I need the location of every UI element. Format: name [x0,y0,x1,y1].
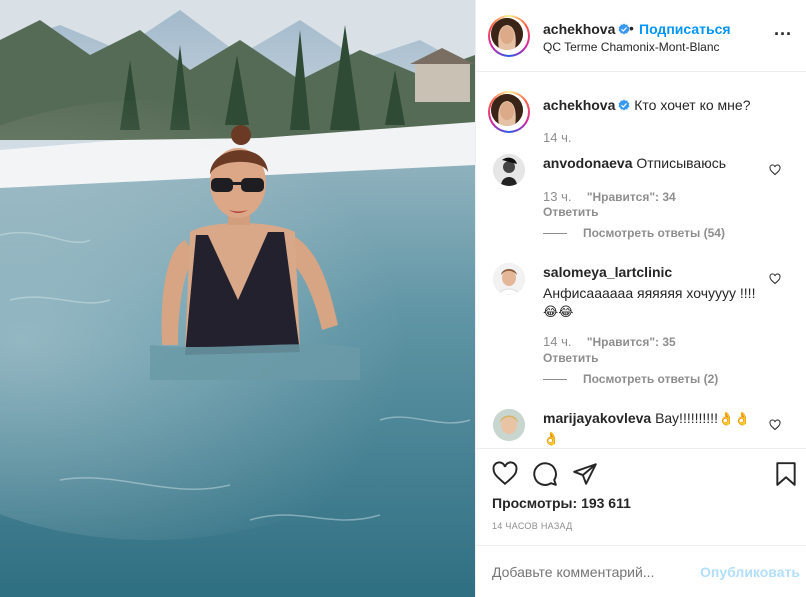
comment-like-icon[interactable] [769,419,781,431]
comment-body: salomeya_lartclinic Анфисаааааа яяяяяя х… [543,263,758,322]
comment-like-icon[interactable] [769,164,781,176]
comment-time: 13 ч. [543,189,572,204]
more-horizontal-icon[interactable]: ··· [774,25,792,43]
comment-like-icon[interactable] [769,273,781,285]
comment-bubble-icon[interactable] [532,461,558,487]
comment-avatar[interactable] [493,409,525,441]
comment-input[interactable] [492,564,672,580]
reply-button[interactable]: Ответить [543,205,598,219]
comment-username[interactable]: salomeya_lartclinic [543,264,672,280]
comment-text: Анфисаааааа яяяяяя хочуууу !!!! [543,285,756,301]
comment-text: Вау!!!!!!!!!! [655,410,718,426]
reply-button[interactable]: Ответить [543,351,598,365]
author-avatar[interactable] [488,15,530,57]
comment-likes[interactable]: "Нравится": 34 [587,190,676,204]
add-comment-bar: Опубликовать [476,545,806,597]
comment-time: 14 ч. [543,334,572,349]
comment-avatar[interactable] [493,154,525,186]
comment-body: marijayakovleva Вау!!!!!!!!!!👌👌👌 🙏🙏🤗 [543,409,763,448]
views-number: 193 611 [581,495,631,511]
comment-username[interactable]: marijayakovleva [543,410,651,426]
share-send-icon[interactable] [572,461,598,487]
comment-body: anvodonaeva Отписываюсь [543,154,726,172]
follow-button[interactable]: Подписаться [639,21,731,37]
comment-username[interactable]: anvodonaeva [543,155,632,171]
comments-list[interactable]: achekhova Кто хочет ко мне? 14 ч. anvodo… [476,72,806,448]
video-frame [0,0,475,597]
caption-username[interactable]: achekhova [543,97,630,113]
post-side-panel: achekhova • Подписаться QC Terme Chamoni… [475,0,806,597]
post-header: achekhova • Подписаться QC Terme Chamoni… [476,0,806,72]
separator-dot: • [629,20,634,36]
post-caption: achekhova Кто хочет ко мне? [543,96,750,114]
like-heart-icon[interactable] [492,461,518,487]
post-location[interactable]: QC Terme Chamonix-Mont-Blanc [543,40,720,54]
caption-author-avatar[interactable] [488,91,530,133]
bookmark-icon[interactable] [773,461,799,487]
views-label: Просмотры: [492,495,578,511]
verified-badge-icon [618,99,630,111]
caption-text: Кто хочет ко мне? [634,97,751,113]
comment-emoji: 😂😂 [543,305,574,320]
view-replies-button[interactable]: Посмотреть ответы (2) [543,372,718,386]
author-username[interactable]: achekhova [543,21,630,37]
comment-meta: 13 ч. "Нравится": 34 [543,189,676,204]
views-count[interactable]: Просмотры: 193 611 [492,495,631,511]
view-replies-button[interactable]: Посмотреть ответы (54) [543,226,725,240]
comment-avatar[interactable] [493,263,525,295]
post-timestamp[interactable]: 14 ЧАСОВ НАЗАД [492,521,573,531]
comment-text: Отписываюсь [636,155,727,171]
publish-button[interactable]: Опубликовать [700,564,800,580]
comment-meta: 14 ч. "Нравится": 35 [543,334,676,349]
caption-time: 14 ч. [543,130,572,145]
post-video[interactable] [0,0,475,597]
comment-likes[interactable]: "Нравится": 35 [587,335,676,349]
